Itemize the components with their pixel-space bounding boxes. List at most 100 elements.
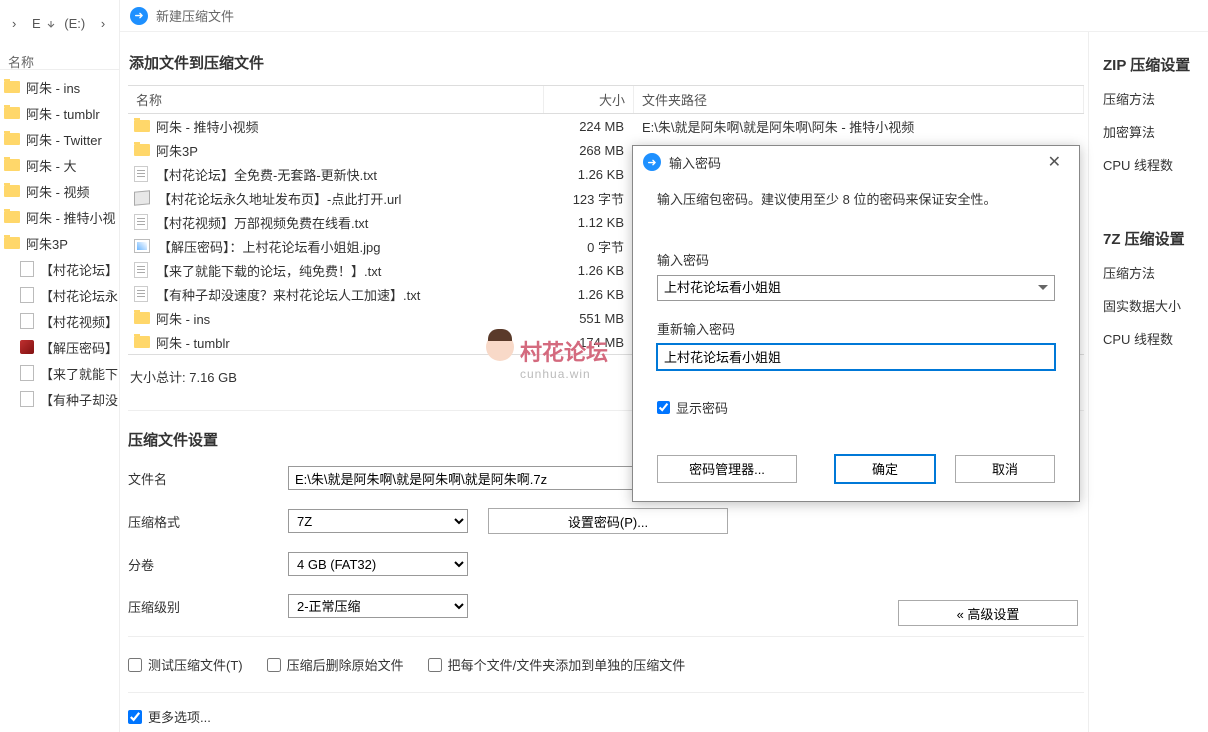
breadcrumb-sep: › [12,16,16,31]
password-manager-button[interactable]: 密码管理器... [657,455,797,483]
tree-item-label: 阿朱3P [26,234,68,253]
txt-icon [134,262,148,278]
file-icon [20,391,34,407]
7z-solid[interactable]: 固实数据大小 [1103,296,1200,315]
tree-item[interactable]: 阿朱 - Twitter [0,126,119,152]
folder-icon [134,336,150,348]
repassword-input[interactable] [657,344,1055,370]
tree-item-label: 阿朱 - 推特小视 [26,208,116,227]
file-name: 【村花视频】万部视频免费在线看.txt [156,213,368,232]
chk-more[interactable]: 更多选项... [128,707,211,726]
tree-item-label: 阿朱 - Twitter [26,130,102,149]
col-size[interactable]: 大小 [544,86,634,113]
7z-method[interactable]: 压缩方法 [1103,263,1200,282]
file-icon [20,365,34,381]
tree-item-label: 阿朱 - 视频 [26,182,90,201]
volume-label: 分卷 [128,555,288,574]
folder-tree: 阿朱 - ins 阿朱 - tumblr 阿朱 - Twitter 阿朱 - 大阿朱 … [0,70,119,416]
app-icon: ➜ [130,7,148,25]
chk-each[interactable]: 把每个文件/文件夹添加到单独的压缩文件 [428,655,686,674]
jpg-icon [134,239,150,253]
window-title: 新建压缩文件 [156,6,234,25]
zip-threads[interactable]: CPU 线程数 [1103,155,1200,174]
tree-item[interactable]: 阿朱 - tumblr [0,100,119,126]
chk-delete[interactable]: 压缩后删除原始文件 [267,655,404,674]
tree-item-label: 【村花视频】 [40,312,118,331]
chk-test[interactable]: 测试压缩文件(T) [128,655,243,674]
folder-icon [4,159,20,171]
file-size: 1.12 KB [544,215,634,230]
tree-item[interactable]: 阿朱 - ins [0,74,119,100]
app-icon: ➜ [643,153,661,171]
tree-item-label: 阿朱 - ins [26,78,80,97]
tree-item-label: 【村花论坛永 [40,286,118,305]
tree-item[interactable]: 【村花论坛】 [0,256,119,282]
repassword-label: 重新输入密码 [657,319,1055,338]
close-icon[interactable]: ✕ [1040,148,1069,176]
file-name: 【解压密码】：上村花论坛看小姐姐.jpg [158,237,380,256]
password-label: 输入密码 [657,250,1055,269]
folder-icon [134,144,150,156]
file-name: 阿朱 - tumblr [156,333,230,352]
explorer-pane: › E (E:) › 名称 阿朱 - ins 阿朱 - tumblr 阿朱 - Tw… [0,0,120,732]
column-header-name[interactable]: 名称 [0,48,119,70]
file-size: 268 MB [544,143,634,158]
tree-item[interactable]: 【来了就能下 [0,360,119,386]
drive-label: E (E:) [28,16,89,31]
tree-item[interactable]: 阿朱 - 视频 [0,178,119,204]
tree-item[interactable]: 阿朱 - 推特小视 [0,204,119,230]
tree-item[interactable]: 阿朱3P [0,230,119,256]
breadcrumb[interactable]: › E (E:) › [0,0,119,48]
right-settings-panel: ZIP 压缩设置 压缩方法 加密算法 CPU 线程数 7Z 压缩设置 压缩方法 … [1088,32,1208,732]
ok-button[interactable]: 确定 [835,455,935,483]
folder-icon [4,211,20,223]
tree-item[interactable]: 【村花论坛永 [0,282,119,308]
url-icon [134,190,150,205]
cancel-button[interactable]: 取消 [955,455,1055,483]
folder-icon [4,133,20,145]
section-add-title: 添加文件到压缩文件 [128,52,1084,73]
tree-item-label: 阿朱 - tumblr [26,104,100,123]
advanced-settings-button[interactable]: « 高级设置 [898,600,1078,626]
show-password-checkbox[interactable]: 显示密码 [657,398,1055,417]
table-row[interactable]: 阿朱 - 推特小视频224 MBE:\朱\就是阿朱啊\就是阿朱啊\阿朱 - 推特… [128,114,1084,138]
folder-icon [4,107,20,119]
7z-threads[interactable]: CPU 线程数 [1103,329,1200,348]
txt-icon [134,286,148,302]
file-icon [20,261,34,277]
file-name: 【村花论坛】全免费-无套路-更新快.txt [156,165,377,184]
level-label: 压缩级别 [128,597,288,616]
format-label: 压缩格式 [128,512,288,531]
folder-icon [4,81,20,93]
tree-item-label: 【来了就能下 [40,364,118,383]
folder-icon [4,185,20,197]
set-password-button[interactable]: 设置密码(P)... [488,508,728,534]
file-size: 1.26 KB [544,263,634,278]
filename-label: 文件名 [128,469,288,488]
file-size: 174 MB [544,335,634,350]
file-icon [20,313,34,329]
tree-item[interactable]: 【有种子却没 [0,386,119,412]
file-name: 【有种子却没速度？来村花论坛人工加速】.txt [156,285,420,304]
file-name: 【来了就能下载的论坛，纯免费！】.txt [156,261,381,280]
txt-icon [134,214,148,230]
volume-select[interactable]: 4 GB (FAT32) [288,552,468,576]
zip-method[interactable]: 压缩方法 [1103,89,1200,108]
dialog-title: 输入密码 [669,153,721,172]
tree-item[interactable]: 【解压密码】 [0,334,119,360]
level-select[interactable]: 2-正常压缩 [288,594,468,618]
col-path[interactable]: 文件夹路径 [634,86,1084,113]
file-size: 1.26 KB [544,167,634,182]
tree-item-label: 【村花论坛】 [40,260,118,279]
tree-item[interactable]: 【村花视频】 [0,308,119,334]
img-icon [20,340,34,354]
file-icon [20,287,34,303]
col-name[interactable]: 名称 [128,86,544,113]
password-input[interactable]: 上村花论坛看小姐姐 [657,275,1055,301]
tree-item-label: 【有种子却没 [40,390,118,409]
zip-crypto[interactable]: 加密算法 [1103,122,1200,141]
file-name: 阿朱3P [156,141,198,160]
format-select[interactable]: 7Z [288,509,468,533]
file-size: 0 字节 [544,237,634,256]
tree-item[interactable]: 阿朱 - 大 [0,152,119,178]
